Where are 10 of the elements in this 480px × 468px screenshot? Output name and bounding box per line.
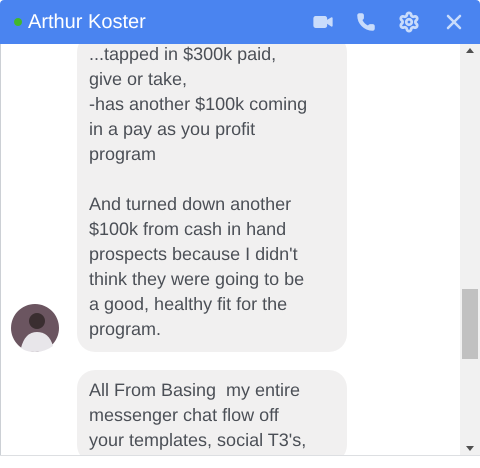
avatar — [11, 304, 59, 352]
scrollbar-thumb[interactable] — [462, 289, 478, 359]
scroll-down-icon[interactable] — [466, 446, 474, 451]
scroll-up-icon[interactable] — [466, 48, 474, 53]
scrollbar[interactable] — [460, 44, 480, 455]
phone-icon[interactable] — [356, 12, 376, 32]
contact-name: Arthur Koster — [28, 10, 146, 35]
settings-icon[interactable] — [398, 11, 420, 33]
message-text: ...tapped in $300k paid, give or take, -has another $100k coming in a pay as you profit program And turned down another $100k from cash in hand prospects because I didn't think they were going to be a good, healthy fit for the program. — [89, 44, 308, 341]
message-text: All From Basing my entire messenger chat flow off your templates, social T3's, — [89, 379, 308, 452]
